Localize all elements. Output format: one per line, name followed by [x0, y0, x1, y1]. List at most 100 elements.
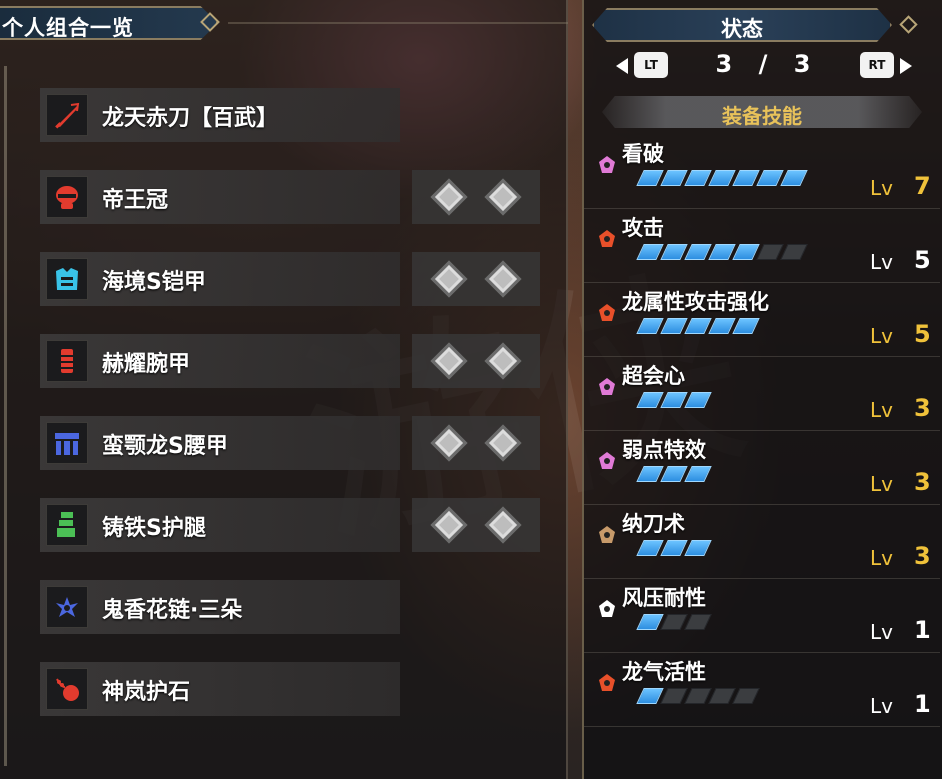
equipment-list-panel: 个人组合一览 龙天赤刀【百武】 帝王冠 海境S铠甲 赫耀腕甲 蛮颚龙S腰甲 铸铁S护腿 鬼香…: [0, 0, 568, 779]
skill-entry[interactable]: 龙气活性 Lv 1: [584, 654, 940, 727]
empty-slot-diamond-icon[interactable]: [430, 506, 468, 544]
skill-pip-filled: [636, 688, 664, 704]
skill-pip-empty: [684, 614, 712, 630]
skill-lv-label: Lv: [870, 176, 893, 200]
skill-pip-filled: [684, 170, 712, 186]
skill-pip-filled: [636, 614, 664, 630]
equipment-name: 鬼香花链·三朵: [102, 598, 243, 623]
helmet-icon: [46, 176, 88, 218]
equipment-row[interactable]: 帝王冠: [40, 170, 400, 224]
skill-entry[interactable]: 风压耐性 Lv 1: [584, 580, 940, 653]
equipment-name: 铸铁S护腿: [102, 516, 206, 541]
skill-entry[interactable]: 超会心 Lv 3: [584, 358, 940, 431]
empty-slot-diamond-icon[interactable]: [484, 260, 522, 298]
skill-pip-filled: [660, 318, 688, 334]
skill-lv-label: Lv: [870, 398, 893, 422]
skill-entry[interactable]: 弱点特效 Lv 3: [584, 432, 940, 505]
skill-lv-label: Lv: [870, 324, 893, 348]
leg-armor-icon: [46, 504, 88, 546]
skill-pip-filled: [660, 244, 688, 260]
decoration-slots[interactable]: [412, 498, 540, 552]
empty-slot-diamond-icon[interactable]: [430, 424, 468, 462]
empty-slot-diamond-icon[interactable]: [484, 178, 522, 216]
skill-pip-filled: [636, 244, 664, 260]
skill-lv-label: Lv: [870, 472, 893, 496]
title-divider: [228, 22, 568, 24]
skill-level-gauge: [636, 614, 712, 630]
equipment-row[interactable]: 铸铁S护腿: [40, 498, 400, 552]
skill-gem-icon: [596, 302, 618, 324]
skill-level-value: 1: [914, 690, 931, 718]
equipment-row[interactable]: 神岚护石: [40, 662, 400, 716]
rt-button[interactable]: RT: [860, 52, 894, 78]
page-separator: /: [758, 50, 770, 78]
decoration-slots[interactable]: [412, 252, 540, 306]
skill-name: 看破: [622, 142, 664, 166]
skill-level-value: 3: [914, 468, 931, 496]
skill-pip-filled: [684, 540, 712, 556]
empty-slot-diamond-icon[interactable]: [430, 178, 468, 216]
skill-level-gauge: [636, 466, 712, 482]
equipment-row[interactable]: 龙天赤刀【百武】: [40, 88, 400, 142]
skill-pip-filled: [684, 318, 712, 334]
equipment-name: 龙天赤刀【百武】: [102, 106, 279, 131]
skill-pip-filled: [636, 466, 664, 482]
skill-name: 纳刀术: [622, 512, 685, 536]
skill-pip-filled: [708, 244, 736, 260]
skill-level-value: 1: [914, 616, 931, 644]
skill-pip-empty: [732, 688, 760, 704]
skill-name: 龙气活性: [622, 660, 706, 684]
equipment-row[interactable]: 鬼香花链·三朵: [40, 580, 400, 634]
decoration-slots[interactable]: [412, 170, 540, 224]
skill-entry[interactable]: 龙属性攻击强化 Lv 5: [584, 284, 940, 357]
lt-button[interactable]: LT: [634, 52, 668, 78]
status-diamond-ornament: [899, 15, 918, 34]
skill-level-gauge: [636, 170, 808, 186]
skill-level-value: 3: [914, 542, 931, 570]
skill-level-gauge: [636, 318, 760, 334]
skill-pip-filled: [780, 170, 808, 186]
skill-level-gauge: [636, 392, 712, 408]
skill-entry[interactable]: 纳刀术 Lv 3: [584, 506, 940, 579]
skill-level-value: 5: [914, 246, 931, 274]
skill-entry[interactable]: 攻击 Lv 5: [584, 210, 940, 283]
equipment-row[interactable]: 海境S铠甲: [40, 252, 400, 306]
skills-section-title: 装备技能: [722, 104, 802, 128]
empty-slot-diamond-icon[interactable]: [484, 424, 522, 462]
page-prev-arrow-icon[interactable]: [616, 58, 628, 74]
talisman-icon: [46, 668, 88, 710]
chest-armor-icon: [46, 258, 88, 300]
skill-level-gauge: [636, 540, 712, 556]
decoration-slots[interactable]: [412, 334, 540, 388]
equipment-row[interactable]: 蛮颚龙S腰甲: [40, 416, 400, 470]
sword-icon: [46, 94, 88, 136]
skill-pip-filled: [684, 244, 712, 260]
empty-slot-diamond-icon[interactable]: [484, 506, 522, 544]
skill-gem-icon: [596, 524, 618, 546]
skill-gem-icon: [596, 672, 618, 694]
skill-name: 弱点特效: [622, 438, 706, 462]
page-next-arrow-icon[interactable]: [900, 58, 912, 74]
equipment-name: 蛮颚龙S腰甲: [102, 434, 228, 459]
skill-level-value: 3: [914, 394, 931, 422]
skill-pip-filled: [732, 170, 760, 186]
list-scroll-rail[interactable]: [4, 66, 7, 766]
arm-armor-icon: [46, 340, 88, 382]
empty-slot-diamond-icon[interactable]: [484, 342, 522, 380]
decoration-slots[interactable]: [412, 416, 540, 470]
equipment-row[interactable]: 赫耀腕甲: [40, 334, 400, 388]
skill-gem-icon: [596, 228, 618, 250]
empty-slot-diamond-icon[interactable]: [430, 342, 468, 380]
skill-level-value: 7: [914, 172, 931, 200]
skill-entry[interactable]: 看破 Lv 7: [584, 136, 940, 209]
skill-level-gauge: [636, 688, 760, 704]
page-total: 3: [793, 50, 813, 78]
page-current: 3: [715, 50, 735, 78]
skill-pip-empty: [660, 688, 688, 704]
status-panel: 状态 LT 3 / 3 RT 装备技能 看破 Lv 7 攻击 Lv 5 龙属性攻击强化 Lv 5…: [582, 0, 942, 779]
empty-slot-diamond-icon[interactable]: [430, 260, 468, 298]
page-indicator: 3 / 3: [704, 50, 824, 78]
skill-lv-label: Lv: [870, 620, 893, 644]
skill-pip-filled: [732, 318, 760, 334]
skill-lv-label: Lv: [870, 694, 893, 718]
